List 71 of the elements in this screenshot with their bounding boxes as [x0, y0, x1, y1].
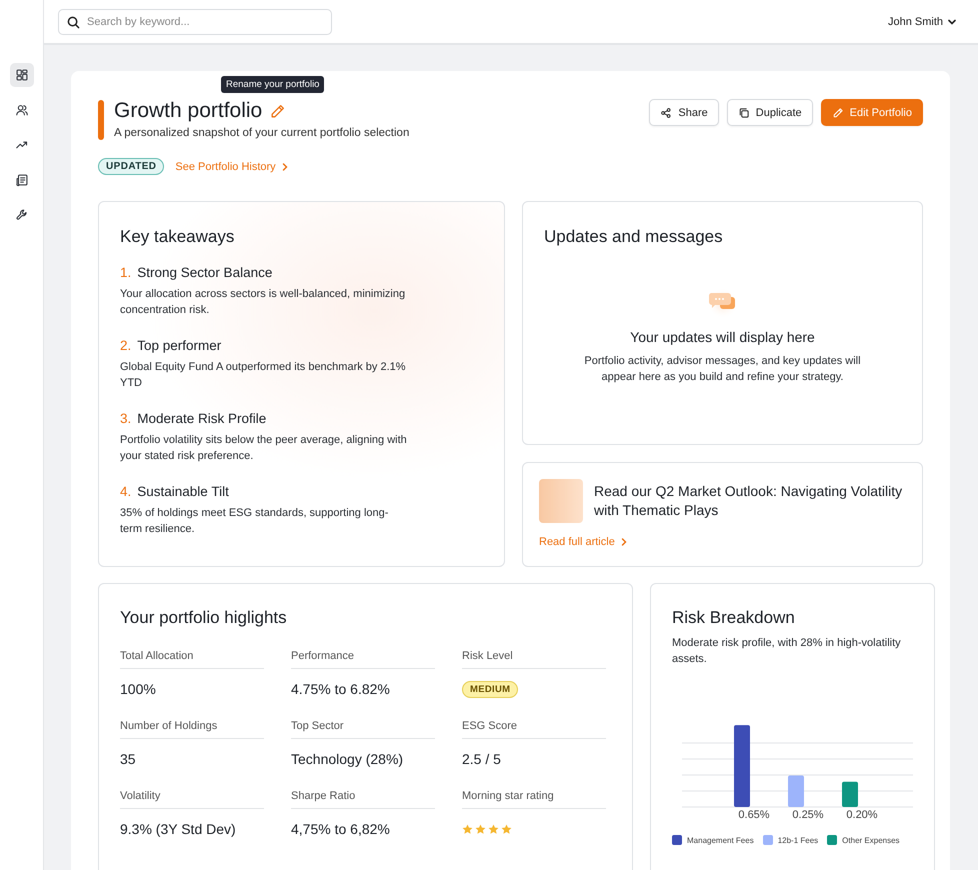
risk-text: Moderate risk profile, with 28% in high-volatility assets.: [672, 636, 902, 667]
item-number: 3.: [120, 411, 132, 426]
legend-label: Other Expenses: [842, 836, 900, 844]
takeaway-text: Your allocation across sectors is well-balanced, minimizing concentration risk.: [120, 287, 406, 318]
highlight-value: 2.5 / 5: [462, 751, 501, 767]
highlight-label: Performance: [291, 650, 435, 669]
pencil-icon: [832, 106, 844, 118]
document-icon: [14, 173, 28, 187]
value-label: 0.20%: [845, 809, 879, 821]
share-button[interactable]: Share: [649, 99, 719, 126]
copy-icon: [738, 106, 750, 118]
highlight-label: Number of Holdings: [120, 720, 264, 739]
portfolio-title: Growth portfolio: [114, 98, 262, 124]
grid-icon: [14, 68, 28, 82]
value-label: 0.25%: [791, 809, 825, 821]
highlight-label: Risk Level: [462, 650, 606, 669]
share-icon: [660, 106, 672, 118]
tooltip: Rename your portfolio: [221, 76, 324, 93]
highlight-label: Volatility: [120, 790, 264, 809]
legend-label: 12b-1 Fees: [778, 836, 818, 844]
highlight-label: Sharpe Ratio: [291, 790, 435, 809]
search-field[interactable]: Search by keyword...: [58, 8, 332, 34]
card-title: Your portfolio higlights: [120, 608, 288, 628]
card-title: Key takeaways: [120, 227, 236, 247]
highlight-value: 35: [120, 751, 136, 767]
value-label: 0.65%: [737, 809, 771, 821]
item-number: 2.: [120, 338, 132, 353]
highlight-value: Technology (28%): [291, 751, 404, 767]
highlight-label: Total Allocation: [120, 650, 264, 669]
pencil-icon[interactable]: [269, 102, 286, 120]
portfolio-subtitle: A personalized snapshot of your current portfolio selection: [114, 127, 410, 139]
star-icon: [462, 824, 473, 834]
star-icon: [488, 824, 499, 834]
duplicate-button[interactable]: Duplicate: [726, 99, 813, 126]
takeaway-text: 35% of holdings meet ESG standards, supporting long-term resilience.: [120, 506, 390, 537]
card-title: Risk Breakdown: [672, 608, 796, 628]
risk-badge: MEDIUM: [462, 680, 518, 698]
article-title: Read our Q2 Market Outlook: Navigating Volatility with Thematic Plays: [594, 482, 904, 520]
takeaway-title: Moderate Risk Profile: [137, 411, 266, 426]
search-icon: [67, 16, 80, 28]
highlight-value: 4,75% to 6,82%: [291, 821, 390, 837]
article-thumbnail: [539, 479, 583, 523]
highlight-label: Top Sector: [291, 720, 435, 739]
highlight-value: 100%: [120, 681, 156, 697]
star-icon: [501, 824, 512, 834]
highlight-value: 4.75% to 6.82%: [291, 681, 390, 697]
highlight-value: 9.3% (3Y Std Dev): [120, 821, 236, 837]
item-number: 4.: [120, 484, 132, 499]
takeaway-title: Sustainable Tilt: [137, 484, 229, 499]
item-number: 1.: [120, 265, 132, 280]
highlight-label: Morning star rating: [462, 790, 606, 809]
chevron-right-icon: [282, 162, 288, 170]
bar: [788, 776, 804, 807]
users-icon: [14, 103, 28, 117]
takeaway-title: Top performer: [137, 338, 222, 353]
takeaway-text: Portfolio volatility sits below the peer average, aligning with your stated risk preference.: [120, 433, 408, 464]
user-menu[interactable]: John Smith: [888, 16, 956, 28]
star-icon: [475, 824, 486, 834]
card-title: Updates and messages: [544, 227, 724, 247]
empty-text: Portfolio activity, advisor messages, and key updates will appear here as you build and refine your strategy.: [583, 354, 862, 385]
takeaway-title: Strong Sector Balance: [137, 265, 272, 280]
empty-title: Your updates will display here: [630, 329, 815, 345]
status-badge: UPDATED: [98, 158, 164, 175]
highlight-label: ESG Score: [462, 720, 606, 739]
wrench-icon: [14, 208, 28, 222]
takeaway-text: Global Equity Fund A outperformed its benchmark by 2.1% YTD: [120, 360, 407, 391]
legend-label: Management Fees: [687, 836, 754, 844]
chevron-down-icon: [948, 18, 956, 24]
chevron-right-icon: [620, 538, 627, 546]
nav-button[interactable]: [10, 63, 34, 87]
bar: [842, 782, 858, 807]
